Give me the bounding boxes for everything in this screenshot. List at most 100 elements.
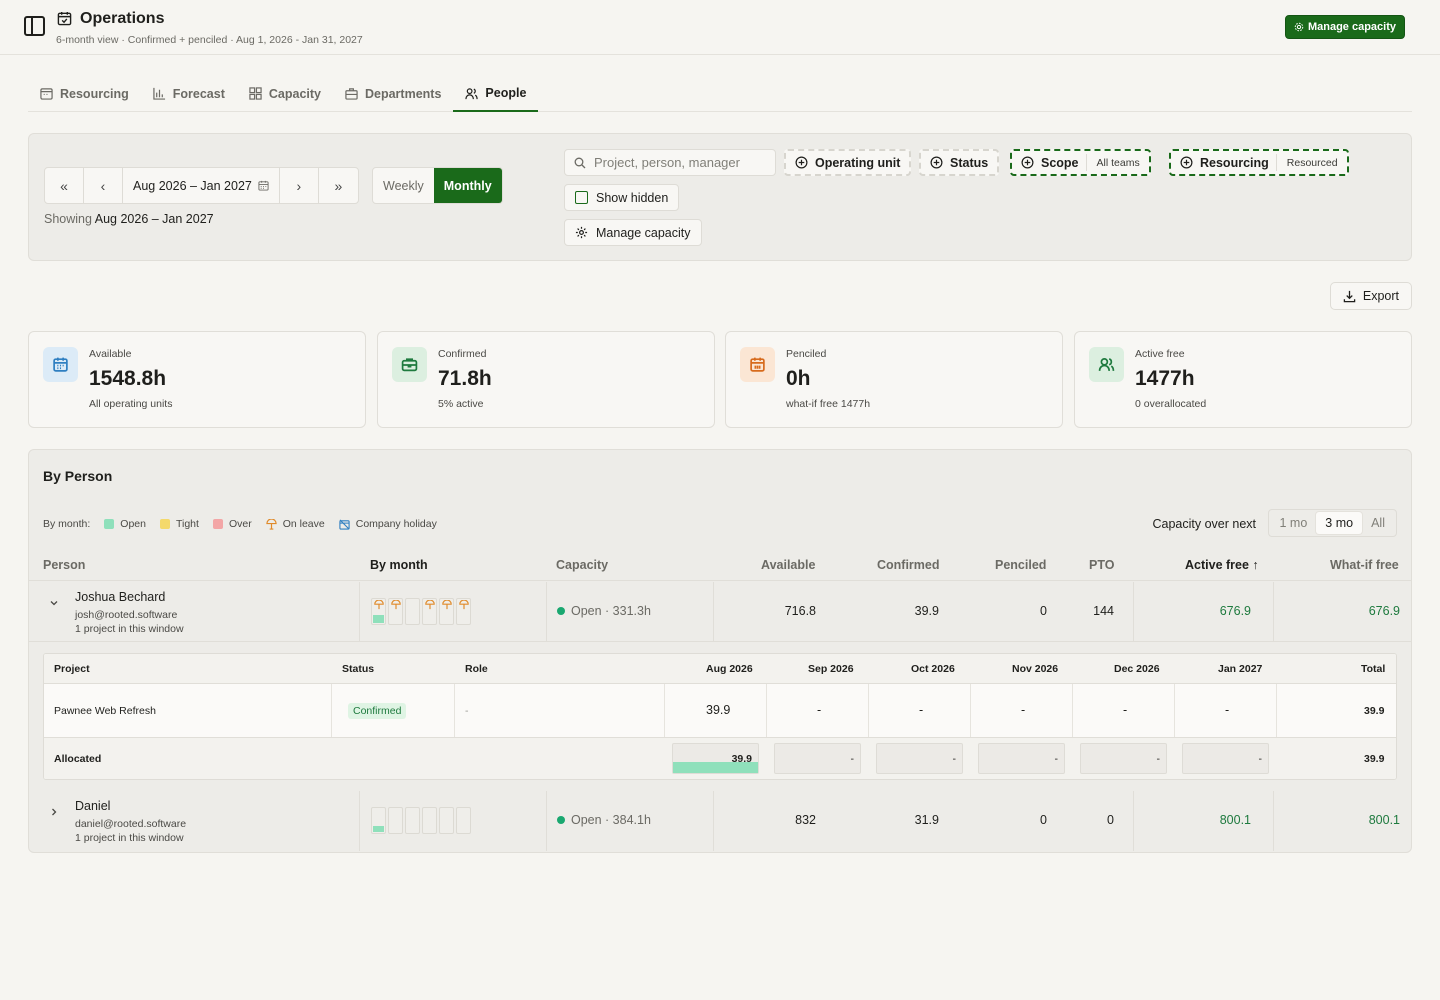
- tab-resourcing[interactable]: Resourcing: [28, 76, 141, 111]
- search-field[interactable]: [564, 149, 776, 176]
- allocation-value: -: [1258, 753, 1263, 765]
- prev-button[interactable]: ‹: [84, 168, 123, 203]
- checkbox-box[interactable]: [575, 191, 588, 204]
- window-1mo-option[interactable]: 1 mo: [1271, 512, 1317, 534]
- col-person[interactable]: Person: [43, 558, 85, 572]
- month-cell[interactable]: [388, 598, 403, 625]
- person-email: josh@rooted.software: [75, 609, 178, 621]
- view-weekly-option[interactable]: Weekly: [373, 168, 434, 203]
- month-cell[interactable]: [439, 807, 454, 834]
- col-active-free[interactable]: Active free ↑: [1185, 558, 1259, 572]
- scope-filter[interactable]: Scope All teams: [1010, 149, 1151, 176]
- search-icon: [574, 157, 586, 168]
- status-filter[interactable]: Status: [919, 149, 1000, 176]
- allocated-row: Allocated 39.9 - - - - - 39.9: [44, 738, 1396, 779]
- table-row[interactable]: Joshua Bechard josh@rooted.software 1 pr…: [29, 582, 1411, 642]
- month-cell[interactable]: [371, 598, 386, 625]
- next-button[interactable]: ›: [280, 168, 319, 203]
- stat-value: 0h: [786, 367, 811, 390]
- window-all-option[interactable]: All: [1362, 512, 1394, 534]
- last-page-button[interactable]: »: [319, 168, 358, 203]
- export-button[interactable]: Export: [1329, 282, 1412, 310]
- legend-label: Over: [228, 518, 252, 530]
- plus-circle-icon: [795, 156, 808, 169]
- project-name[interactable]: Pawnee Web Refresh: [54, 705, 156, 717]
- date-range-picker[interactable]: Aug 2026 – Jan 2027: [123, 168, 280, 203]
- month-cell[interactable]: [439, 598, 454, 625]
- project-table-header: Project Status Role Aug 2026 Sep 2026 Oc…: [44, 654, 1396, 684]
- col-status: Status: [342, 663, 375, 675]
- sidebar-toggle-icon[interactable]: [24, 16, 45, 36]
- person-name: Joshua Bechard: [75, 590, 166, 604]
- view-monthly-option[interactable]: Monthly: [433, 168, 502, 203]
- chevron-right-icon[interactable]: [49, 807, 59, 817]
- month-cell[interactable]: [456, 807, 471, 834]
- manage-capacity-label: Manage capacity: [1307, 21, 1396, 33]
- window-3mo-option[interactable]: 3 mo: [1316, 512, 1363, 534]
- col-capacity[interactable]: Capacity: [556, 558, 608, 572]
- divider: [766, 684, 767, 737]
- show-hidden-checkbox[interactable]: Show hidden: [564, 184, 680, 211]
- legend-label: Company holiday: [355, 518, 437, 530]
- allocation-cell[interactable]: -: [774, 743, 861, 774]
- month-cell[interactable]: [405, 598, 420, 625]
- divider: [1133, 791, 1134, 851]
- legend-label: Open: [120, 518, 146, 530]
- col-month: Oct 2026: [911, 663, 955, 675]
- tab-people[interactable]: People: [453, 76, 539, 112]
- tab-forecast[interactable]: Forecast: [141, 76, 237, 111]
- date-pager: « ‹ Aug 2026 – Jan 2027 › »: [44, 167, 359, 204]
- view-tabs: Resourcing Forecast Capacity Departments…: [28, 76, 1412, 112]
- month-cell[interactable]: [371, 807, 386, 834]
- col-month: Aug 2026: [706, 663, 753, 675]
- col-project: Project: [54, 663, 90, 675]
- col-available[interactable]: Available: [761, 558, 815, 572]
- beach-umbrella-icon: [459, 600, 469, 610]
- project-row[interactable]: Pawnee Web Refresh Confirmed - 39.9 - - …: [44, 684, 1396, 738]
- first-page-button[interactable]: «: [45, 168, 84, 203]
- legend-tight: Tight: [159, 518, 199, 530]
- capacity-window-toggle: 1 mo 3 mo All: [1267, 509, 1397, 537]
- allocation-cell[interactable]: -: [978, 743, 1065, 774]
- legend-swatch: [212, 519, 223, 529]
- project-breakdown-table: Project Status Role Aug 2026 Sep 2026 Oc…: [43, 653, 1397, 780]
- month-hours: -: [919, 703, 924, 717]
- col-by-month[interactable]: By month: [370, 558, 428, 572]
- col-confirmed[interactable]: Confirmed: [877, 558, 940, 572]
- col-penciled[interactable]: Penciled: [995, 558, 1046, 572]
- stat-label: Confirmed: [438, 348, 487, 360]
- month-cell[interactable]: [422, 598, 437, 625]
- chip-label: Resourcing: [1200, 155, 1269, 170]
- chevron-down-icon[interactable]: [49, 598, 59, 608]
- resourcing-filter[interactable]: Resourcing Resourced: [1169, 149, 1349, 176]
- month-cell[interactable]: [422, 807, 437, 834]
- tab-label: People: [485, 86, 527, 100]
- month-legend: By month: Open Tight Over On leave Compa…: [43, 518, 437, 530]
- manage-capacity-button[interactable]: Manage capacity: [1284, 15, 1405, 39]
- month-cell[interactable]: [388, 807, 403, 834]
- allocation-value: -: [952, 753, 957, 765]
- allocation-cell[interactable]: 39.9: [672, 743, 759, 774]
- month-cell[interactable]: [456, 598, 471, 625]
- divider: [1273, 582, 1274, 641]
- tab-capacity[interactable]: Capacity: [237, 76, 333, 111]
- col-whatif-free[interactable]: What-if free: [1330, 558, 1399, 572]
- allocation-cell[interactable]: -: [876, 743, 963, 774]
- allocation-cell[interactable]: -: [1182, 743, 1269, 774]
- operating-unit-filter[interactable]: Operating unit: [784, 149, 912, 176]
- manage-capacity-secondary-button[interactable]: Manage capacity: [564, 219, 702, 246]
- showing-label: Showing Aug 2026 – Jan 2027: [44, 212, 214, 226]
- active-free-value: 800.1: [1219, 813, 1251, 827]
- allocation-cell[interactable]: -: [1080, 743, 1167, 774]
- legend-on-leave: On leave: [266, 518, 325, 530]
- table-header: Person By month Capacity Available Confi…: [29, 550, 1411, 581]
- col-month: Jan 2027: [1218, 663, 1263, 675]
- tab-departments[interactable]: Departments: [333, 76, 453, 111]
- search-input[interactable]: [594, 155, 764, 170]
- table-row[interactable]: Daniel daniel@rooted.software 1 project …: [29, 791, 1411, 851]
- divider: [359, 582, 360, 641]
- month-cell[interactable]: [405, 807, 420, 834]
- col-pto[interactable]: PTO: [1089, 558, 1114, 572]
- available-value: 716.8: [784, 604, 816, 618]
- col-month: Sep 2026: [808, 663, 854, 675]
